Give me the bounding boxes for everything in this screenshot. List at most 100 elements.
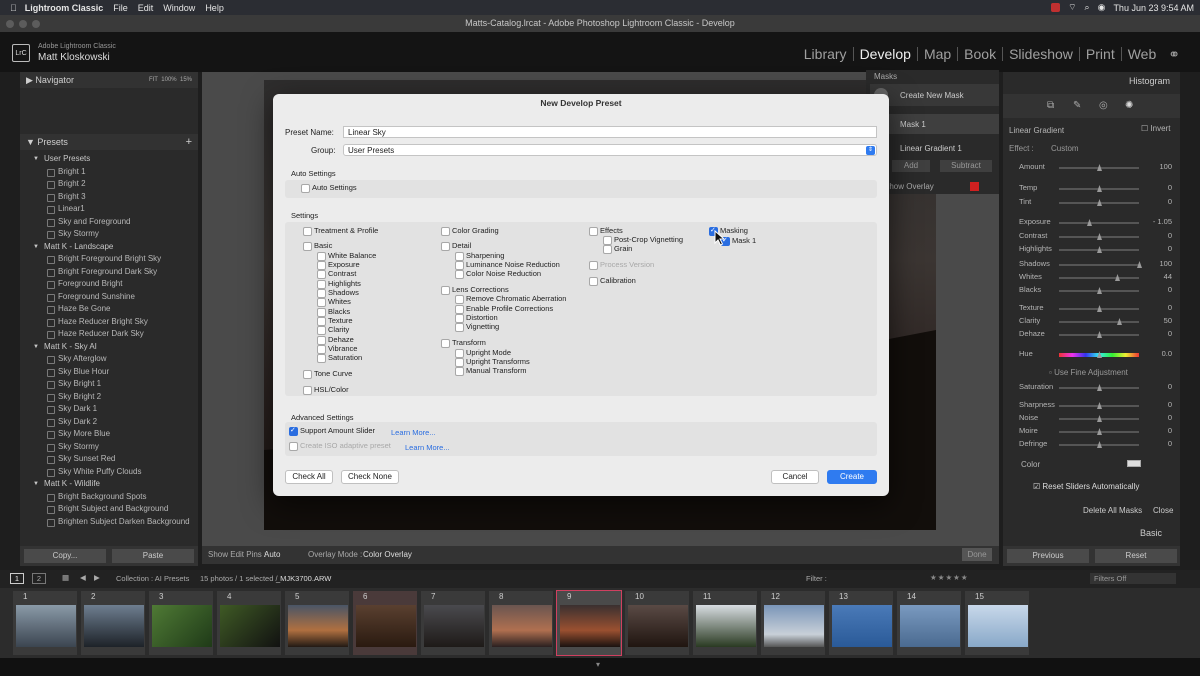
module-book[interactable]: Book — [957, 47, 1002, 61]
collapse-filmstrip-icon[interactable]: ▾ — [596, 660, 600, 669]
filmstrip-thumbnail[interactable]: 2 — [80, 590, 146, 656]
preset-item[interactable]: Bright Background Spots — [20, 491, 198, 504]
preset-item[interactable]: Linear1 — [20, 203, 198, 216]
preset-item[interactable]: Sky Bright 1 — [20, 378, 198, 391]
setting-checkbox[interactable]: Manual Transform — [455, 366, 526, 376]
filmstrip-thumbnail[interactable]: 1 — [12, 590, 78, 656]
setting-checkbox[interactable]: Color Grading — [441, 226, 499, 236]
subtract-mask-button[interactable]: Subtract — [940, 160, 992, 172]
masking-tool-icon[interactable]: ✺ — [1125, 100, 1133, 111]
menu-app-name[interactable]: Lightroom Classic — [25, 3, 104, 13]
status-app-icon[interactable] — [1051, 3, 1061, 12]
module-map[interactable]: Map — [916, 47, 957, 61]
preset-item[interactable]: Foreground Bright — [20, 278, 198, 291]
rating-filter-stars[interactable]: ★★★★★ — [930, 573, 969, 582]
preset-item[interactable]: Bright 1 — [20, 166, 198, 179]
module-web[interactable]: Web — [1120, 47, 1163, 61]
zoom-window-icon[interactable] — [32, 20, 40, 28]
preset-item[interactable]: Sky Dark 2 — [20, 416, 198, 429]
setting-checkbox[interactable]: Remove Chromatic Aberration — [455, 294, 566, 304]
current-filename[interactable]: _MJK3700.ARW — [276, 574, 331, 583]
filmstrip-thumbnail[interactable]: 15 — [964, 590, 1030, 656]
zoom-15[interactable]: 15% — [180, 77, 192, 83]
setting-checkbox[interactable]: Clarity — [317, 325, 349, 335]
slider-value[interactable]: 44 — [1164, 272, 1172, 281]
forward-arrow-icon[interactable]: ▶ — [94, 573, 100, 582]
previous-button[interactable]: Previous — [1007, 549, 1089, 563]
add-mask-button[interactable]: Add — [892, 160, 930, 172]
show-overlay-label[interactable]: Show Overlay — [884, 182, 934, 191]
setting-checkbox[interactable]: Saturation — [317, 353, 362, 363]
histogram-header[interactable]: Histogram — [1129, 76, 1170, 86]
setting-checkbox[interactable]: Vignetting — [455, 322, 499, 332]
slider-track[interactable] — [1059, 321, 1139, 323]
preset-item[interactable]: Sky More Blue — [20, 428, 198, 441]
add-preset-icon[interactable]: + — [186, 134, 192, 150]
done-button[interactable]: Done — [962, 548, 992, 561]
preset-item[interactable]: Brighten Subject Darken Background — [20, 516, 198, 529]
module-print[interactable]: Print — [1078, 47, 1121, 61]
presets-header[interactable]: ▼ Presets + — [20, 134, 198, 150]
back-arrow-icon[interactable]: ◀ — [80, 573, 86, 582]
crop-tool-icon[interactable]: ⧉ — [1047, 100, 1054, 111]
window-1-button[interactable]: 1 — [10, 573, 24, 584]
module-slideshow[interactable]: Slideshow — [1002, 47, 1079, 61]
search-icon[interactable]: ⌕ — [1085, 2, 1090, 13]
slider-track[interactable] — [1059, 222, 1139, 224]
preset-item[interactable]: Bright Subject and Background — [20, 503, 198, 516]
menu-edit[interactable]: Edit — [138, 3, 154, 13]
overlay-mode-select[interactable]: Color Overlay — [363, 550, 412, 559]
slider-value[interactable]: 0 — [1168, 329, 1172, 338]
setting-checkbox[interactable]: Whites — [317, 297, 351, 307]
setting-checkbox[interactable]: Color Noise Reduction — [455, 269, 541, 279]
fine-adjustment-option[interactable]: ▫ Use Fine Adjustment — [1049, 368, 1128, 377]
setting-checkbox[interactable]: Process Version — [589, 260, 654, 270]
control-center-icon[interactable]: ◉ — [1098, 2, 1106, 13]
slider-value[interactable]: 0 — [1168, 439, 1172, 448]
group-select[interactable]: User Presets ⇕ — [343, 144, 877, 156]
slider-value[interactable]: - 1.05 — [1153, 217, 1172, 226]
slider-value[interactable]: 100 — [1159, 259, 1172, 268]
preset-item[interactable]: Haze Reducer Bright Sky — [20, 316, 198, 329]
menu-window[interactable]: Window — [163, 3, 195, 13]
filmstrip-thumbnail[interactable]: 10 — [624, 590, 690, 656]
filters-off-select[interactable]: Filters Off — [1090, 573, 1176, 584]
grid-view-icon[interactable]: ▦ — [62, 573, 69, 582]
color-swatch[interactable] — [1127, 460, 1141, 467]
preset-item[interactable]: Bright Foreground Dark Sky — [20, 266, 198, 279]
setting-checkbox[interactable]: Basic — [303, 241, 332, 251]
filmstrip-thumbnail[interactable]: 4 — [216, 590, 282, 656]
filmstrip-thumbnail[interactable]: 3 — [148, 590, 214, 656]
preset-name-input[interactable]: Linear Sky — [343, 126, 877, 138]
copy-button[interactable]: Copy... — [24, 549, 106, 563]
zoom-100[interactable]: 100% — [161, 77, 176, 83]
preset-item[interactable]: Sky Afterglow — [20, 353, 198, 366]
module-develop[interactable]: Develop — [852, 47, 917, 61]
preset-item[interactable]: Sky and Foreground — [20, 216, 198, 229]
setting-checkbox[interactable]: Calibration — [589, 276, 636, 286]
preset-group[interactable]: Matt K - Landscape — [20, 241, 198, 254]
setting-checkbox[interactable]: Transform — [441, 338, 486, 348]
setting-checkbox[interactable]: Treatment & Profile — [303, 226, 378, 236]
preset-item[interactable]: Sky White Puffy Clouds — [20, 466, 198, 479]
filmstrip-thumbnail[interactable]: 7 — [420, 590, 486, 656]
filmstrip-thumbnail[interactable]: 6 — [352, 590, 418, 656]
paste-button[interactable]: Paste — [112, 549, 194, 563]
delete-all-masks-button[interactable]: Delete All Masks — [1083, 506, 1142, 515]
close-window-icon[interactable] — [6, 20, 14, 28]
filmstrip-thumbnail[interactable]: 5 — [284, 590, 350, 656]
preset-item[interactable]: Sky Stormy — [20, 228, 198, 241]
slider-value[interactable]: 0 — [1168, 413, 1172, 422]
preset-item[interactable]: Haze Reducer Dark Sky — [20, 328, 198, 341]
slider-value[interactable]: 0 — [1168, 426, 1172, 435]
basic-panel-header[interactable]: Basic — [1140, 528, 1162, 538]
preset-item[interactable]: Sky Sunset Red — [20, 453, 198, 466]
collection-label[interactable]: Collection : AI Presets — [116, 574, 189, 583]
slider-value[interactable]: 0 — [1168, 183, 1172, 192]
menu-help[interactable]: Help — [205, 3, 224, 13]
setting-checkbox[interactable]: HSL/Color — [303, 385, 349, 395]
effect-select[interactable]: Custom — [1051, 144, 1079, 153]
apple-icon[interactable]:  — [10, 3, 17, 13]
share-icon[interactable]: ⚭ — [1162, 47, 1186, 61]
module-library[interactable]: Library — [798, 47, 853, 61]
